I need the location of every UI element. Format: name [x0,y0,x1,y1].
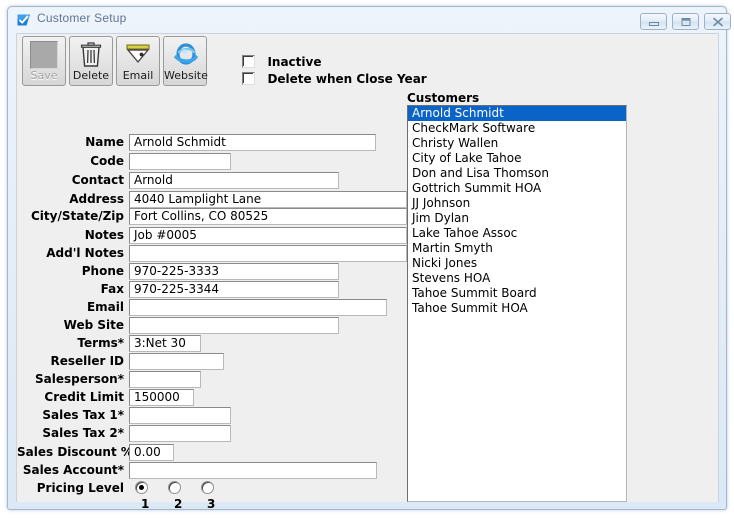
field-label: Sales Tax 1* [42,408,124,422]
list-item[interactable]: Nicki Jones [408,256,626,271]
field-input[interactable] [129,353,224,370]
list-item[interactable]: Christy Wallen [408,136,626,151]
field-label: Web Site [63,318,124,332]
field-input[interactable]: 970-225-3344 [129,281,339,298]
field-label: Phone [81,264,124,278]
field-label: Code [90,154,124,168]
pricing-level-label: Pricing Level [36,481,124,495]
field-label: Terms* [77,336,124,350]
pricing-level-option-2-label: 2 [174,497,183,511]
field-input[interactable] [129,317,339,334]
field-input[interactable] [129,153,231,170]
field-label: Name [85,135,124,149]
pricing-level-option-1[interactable]: 1 [135,480,149,512]
field-label: Fax [100,282,124,296]
field-label: Sales Account* [22,463,124,477]
field-label: Notes [84,228,124,242]
app-checkmark-icon [16,12,32,28]
field-label: Sales Tax 2* [42,426,124,440]
list-item[interactable]: Don and Lisa Thomson [408,166,626,181]
field-input[interactable]: Job #0005 [129,227,407,244]
list-item[interactable]: CheckMark Software [408,121,626,136]
radio-icon[interactable] [135,481,148,494]
field-input[interactable] [129,462,377,479]
field-input[interactable] [129,425,231,442]
field-input[interactable]: Arnold [129,172,339,189]
field-input[interactable]: Fort Collins, CO 80525 [129,208,407,225]
field-label: Credit Limit [44,390,124,404]
list-item[interactable]: Arnold Schmidt [408,106,626,121]
list-item[interactable]: Tahoe Summit Board [408,286,626,301]
title-bar[interactable]: Customer Setup [8,7,731,33]
field-label: Contact [71,173,124,187]
close-icon[interactable] [704,13,731,30]
field-input[interactable] [129,371,201,388]
radio-icon[interactable] [201,481,214,494]
pricing-level-option-1-label: 1 [141,497,150,511]
pricing-level-option-3[interactable]: 3 [201,480,215,512]
list-item[interactable]: Jim Dylan [408,211,626,226]
field-input[interactable]: 4040 Lamplight Lane [129,191,407,208]
list-item[interactable]: JJ Johnson [408,196,626,211]
pricing-level-option-3-label: 3 [207,497,216,511]
list-item[interactable]: City of Lake Tahoe [408,151,626,166]
list-item[interactable]: Martin Smyth [408,241,626,256]
field-label: Add'l Notes [46,246,124,260]
field-label: Reseller ID [50,354,124,368]
field-input[interactable] [129,245,407,262]
field-input[interactable] [129,407,231,424]
list-item[interactable]: Lake Tahoe Assoc [408,226,626,241]
field-label: Sales Discount % [17,445,133,459]
radio-icon[interactable] [168,481,181,494]
field-label: Address [69,192,124,206]
client-area: Save Delete Email Website Inactive Delet… [16,33,719,511]
field-input[interactable] [129,299,387,316]
field-input[interactable]: 0.00 [129,444,174,461]
window-title: Customer Setup [37,11,127,25]
minimize-icon[interactable] [640,13,667,30]
field-input[interactable]: 3:Net 30 [129,335,201,352]
customers-list[interactable]: Arnold Schmidt CheckMark Software Christy … [407,105,627,502]
list-item[interactable]: Tahoe Summit HOA [408,301,626,316]
customers-title: Customers [407,91,480,105]
customer-setup-window: Customer Setup Save Delete Email Website… [7,6,731,511]
field-label: Email [86,300,124,314]
pricing-level-option-2[interactable]: 2 [168,480,182,512]
maximize-icon[interactable] [672,13,699,30]
list-item[interactable]: Stevens HOA [408,271,626,286]
field-input[interactable]: Arnold Schmidt [129,134,376,151]
field-input[interactable]: 150000 [129,389,194,406]
field-label: City/State/Zip [31,209,124,223]
field-label: Salesperson* [35,372,124,386]
list-item[interactable]: Gottrich Summit HOA [408,181,626,196]
field-input[interactable]: 970-225-3333 [129,263,339,280]
